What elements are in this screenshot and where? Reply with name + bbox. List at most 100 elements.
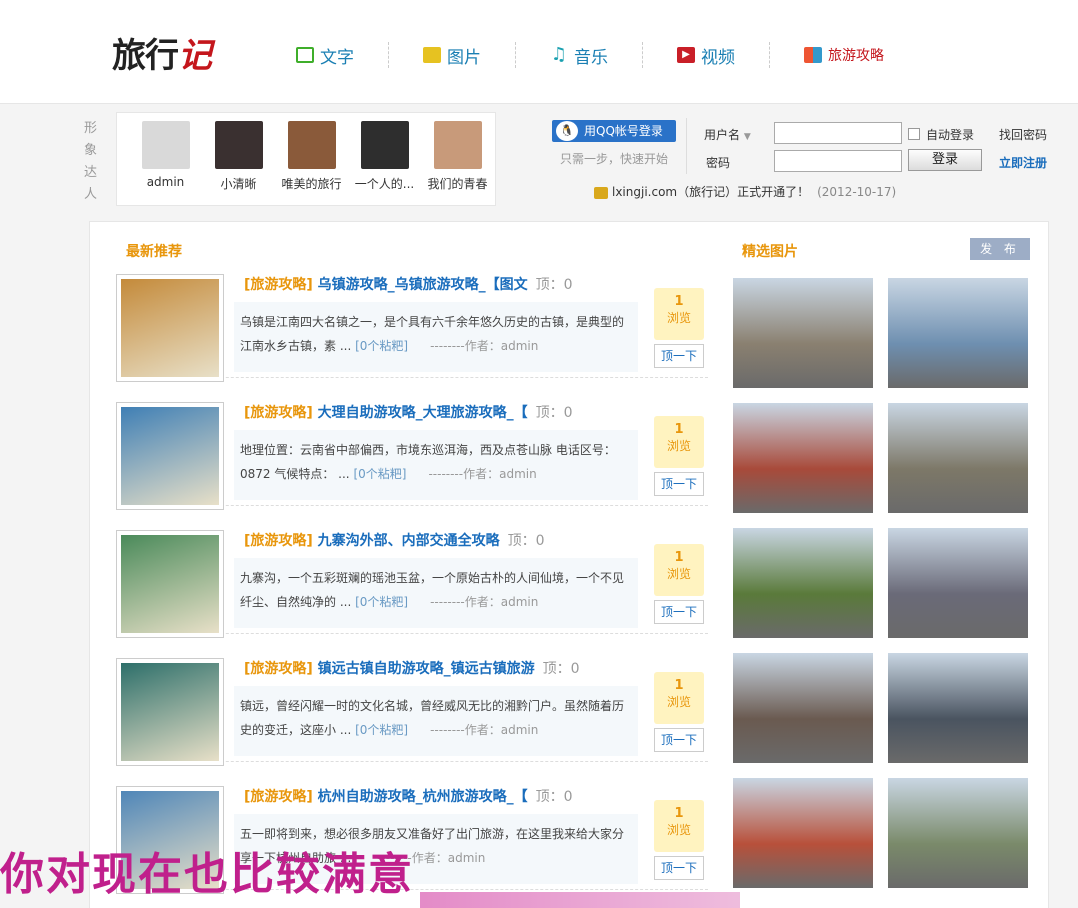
view-count-badge: 1 浏览 [654, 672, 704, 724]
post-comments-link[interactable]: [0个粘粑] [355, 595, 408, 609]
login-button[interactable]: 登录 [908, 149, 982, 171]
post-top-count: 顶：0 [535, 277, 573, 293]
post-excerpt-line: 地理位置：云南省中部偏西，市境东巡洱海，西及点苍山脉 电话区号： [240, 443, 616, 457]
nav-label: 旅游攻略 [828, 48, 884, 64]
star-user-name: 我们的青春 [427, 177, 488, 191]
view-count: 1 [674, 806, 684, 821]
gallery-image[interactable] [733, 403, 873, 513]
post-title[interactable]: [旅游攻略] 乌镇游攻略_乌镇旅游攻略_【图文 顶：0 [244, 274, 573, 294]
post-title-text: 杭州自助游攻略_杭州旅游攻略_【 [317, 789, 528, 805]
post-excerpt: 镇远，曾经闪耀一时的文化名城，曾经威风无比的湘黔门户。虽然随着历 史的变迁，这座小… [234, 686, 638, 756]
post-item: [旅游攻略] 大理自助游攻略_大理旅游攻略_【 顶：0 地理位置：云南省中部偏西，… [116, 378, 708, 510]
gallery-image[interactable] [733, 778, 873, 888]
username-input[interactable] [774, 122, 902, 144]
post-category[interactable]: [旅游攻略] [244, 277, 313, 293]
post-title[interactable]: [旅游攻略] 杭州自助游攻略_杭州旅游攻略_【 顶：0 [244, 786, 573, 806]
star-user[interactable]: 一个人的... [348, 121, 421, 205]
divider [686, 118, 687, 174]
logo-text: 旅行 [112, 36, 179, 76]
speaker-icon [594, 186, 608, 199]
guide-icon [804, 47, 822, 63]
post-category[interactable]: [旅游攻略] [244, 405, 313, 421]
post-excerpt-line: 史的变迁，这座小 ... [240, 723, 352, 737]
star-user[interactable]: 唯美的旅行 [275, 121, 348, 205]
password-input[interactable] [774, 150, 902, 172]
post-image [121, 535, 219, 633]
auto-login-checkbox[interactable] [908, 128, 920, 140]
post-category[interactable]: [旅游攻略] [244, 789, 313, 805]
post-author: --------作者：admin [428, 467, 537, 481]
find-password-link[interactable]: 找回密码 [999, 126, 1047, 143]
post-author: --------作者：admin [430, 723, 539, 737]
post-top-count: 顶：0 [542, 661, 580, 677]
post-title[interactable]: [旅游攻略] 九寨沟外部、内部交通全攻略 顶：0 [244, 530, 545, 550]
site-header: 旅行记 文字 图片 ♫ 音乐 ▶ 视频 旅游攻略 [0, 0, 1078, 104]
post-top-count: 顶：0 [535, 789, 573, 805]
view-count: 1 [674, 294, 684, 309]
gallery-image[interactable] [733, 528, 873, 638]
main-nav: 文字 图片 ♫ 音乐 ▶ 视频 旅游攻略 [296, 40, 952, 70]
post-title-text: 镇远古镇自助游攻略_镇远古镇旅游 [317, 661, 535, 677]
gallery-image[interactable] [733, 278, 873, 388]
gallery-image[interactable] [733, 653, 873, 763]
notice-text[interactable]: lxingji.com（旅行记）正式开通了！ [612, 185, 809, 199]
post-thumbnail[interactable] [116, 530, 224, 638]
gallery-image[interactable] [888, 528, 1028, 638]
text-icon [296, 47, 314, 63]
upvote-button[interactable]: 顶一下 [654, 856, 704, 880]
post-thumbnail[interactable] [116, 402, 224, 510]
view-count-badge: 1 浏览 [654, 800, 704, 852]
star-user-name: admin [146, 175, 185, 189]
nav-item-video[interactable]: ▶ 视频 [677, 42, 770, 68]
post-item: [旅游攻略] 九寨沟外部、内部交通全攻略 顶：0 九寨沟，一个五彩斑斓的瑶池玉盆，… [116, 506, 708, 638]
avatar [141, 121, 190, 169]
gallery-image[interactable] [888, 653, 1028, 763]
star-user[interactable]: 小清晰 [202, 121, 275, 205]
post-thumbnail[interactable] [116, 658, 224, 766]
upvote-button[interactable]: 顶一下 [654, 344, 704, 368]
site-logo[interactable]: 旅行记 [112, 28, 212, 77]
upvote-button[interactable]: 顶一下 [654, 472, 704, 496]
view-count: 1 [674, 678, 684, 693]
view-count-badge: 1 浏览 [654, 288, 704, 340]
post-title[interactable]: [旅游攻略] 大理自助游攻略_大理旅游攻略_【 顶：0 [244, 402, 573, 422]
content-panel: 最新推荐 精选图片 发 布 [旅游攻略] 乌镇游攻略_乌镇旅游攻略_【图文 顶：0… [89, 221, 1049, 908]
publish-button[interactable]: 发 布 [970, 238, 1030, 260]
nav-item-music[interactable]: ♫ 音乐 [550, 42, 643, 68]
nav-item-text[interactable]: 文字 [296, 42, 389, 68]
nav-label: 文字 [320, 47, 354, 68]
star-user[interactable]: admin [129, 121, 202, 205]
upvote-button[interactable]: 顶一下 [654, 728, 704, 752]
site-notice: lxingji.com（旅行记）正式开通了！ (2012-10-17) [594, 183, 896, 200]
register-link[interactable]: 立即注册 [999, 154, 1047, 171]
post-image [121, 407, 219, 505]
nav-item-guide[interactable]: 旅游攻略 [804, 42, 918, 68]
gallery-image[interactable] [888, 403, 1028, 513]
music-icon: ♫ [550, 44, 568, 65]
post-excerpt: 九寨沟，一个五彩斑斓的瑶池玉盆，一个原始古朴的人间仙境，一个不见 纤尘、自然纯净的… [234, 558, 638, 628]
post-top-count: 顶：0 [507, 533, 545, 549]
upvote-button[interactable]: 顶一下 [654, 600, 704, 624]
avatar [214, 121, 263, 169]
picture-icon [423, 47, 441, 63]
post-thumbnail[interactable] [116, 274, 224, 382]
star-user[interactable]: 我们的青春 [421, 121, 494, 205]
post-comments-link[interactable]: [0个粘粑] [355, 339, 408, 353]
qq-icon: 🐧 [556, 121, 578, 141]
nav-item-picture[interactable]: 图片 [423, 42, 516, 68]
gallery-section-title: 精选图片 [742, 244, 798, 260]
post-comments-link[interactable]: [0个粘粑] [353, 467, 406, 481]
post-image [121, 279, 219, 377]
qq-login-button[interactable]: 🐧 用QQ帐号登录 [552, 120, 676, 142]
post-category[interactable]: [旅游攻略] [244, 661, 313, 677]
post-comments-link[interactable]: [0个粘粑] [355, 723, 408, 737]
post-title-text: 乌镇游攻略_乌镇旅游攻略_【图文 [317, 277, 528, 293]
gallery-image[interactable] [888, 278, 1028, 388]
post-title[interactable]: [旅游攻略] 镇远古镇自助游攻略_镇远古镇旅游 顶：0 [244, 658, 580, 678]
avatar [287, 121, 336, 169]
post-category[interactable]: [旅游攻略] [244, 533, 313, 549]
post-item: [旅游攻略] 镇远古镇自助游攻略_镇远古镇旅游 顶：0 镇远，曾经闪耀一时的文化名… [116, 634, 708, 766]
gallery-image[interactable] [888, 778, 1028, 888]
chevron-down-icon[interactable]: ▼ [744, 132, 751, 142]
post-excerpt-line: 乌镇是江南四大名镇之一，是个具有六千余年悠久历史的古镇，是典型的 [240, 315, 625, 329]
